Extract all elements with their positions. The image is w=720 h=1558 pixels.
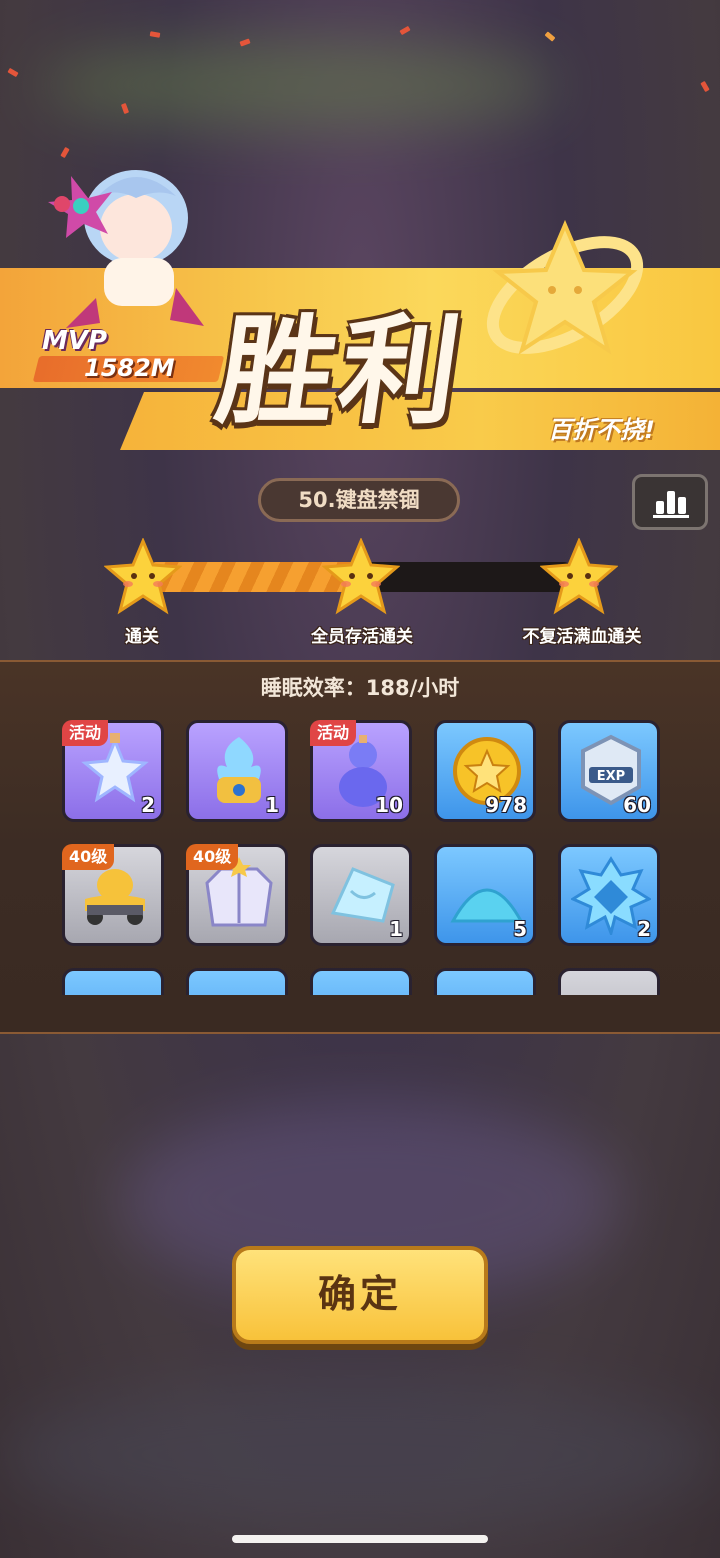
reward-item-partial[interactable] [434, 968, 536, 995]
item-quantity: 1 [389, 917, 403, 941]
svg-text:EXP: EXP [597, 769, 625, 784]
item-quantity: 10 [375, 793, 403, 817]
background-blur [40, 40, 560, 130]
reward-item[interactable]: EXP 60 [558, 720, 660, 822]
reward-item[interactable]: 5 [434, 844, 536, 946]
item-tag-badge: 40级 [186, 844, 239, 870]
bar-chart-icon [653, 491, 689, 518]
stats-button[interactable] [632, 474, 708, 530]
reward-item-partial[interactable] [558, 968, 660, 995]
sleep-efficiency-title: 睡眠效率：188/小时 [260, 676, 460, 700]
mvp-label: MVP [42, 326, 108, 356]
reward-item[interactable]: 978 [434, 720, 536, 822]
reward-item[interactable]: 2 [558, 844, 660, 946]
mvp-character-avatar [48, 170, 204, 328]
confirm-button[interactable]: 确定 [232, 1246, 488, 1344]
reward-item-partial[interactable] [186, 968, 288, 995]
progress-star-icon [104, 538, 182, 615]
progress-star-icon [540, 538, 618, 615]
reward-item[interactable]: 1 [186, 720, 288, 822]
confetti [149, 31, 161, 38]
rewards-grid[interactable]: 活动 2 1 活动 10 978 EXP 60 40级 40级 1 5 2 [0, 710, 720, 995]
confetti [544, 31, 556, 42]
item-quantity: 5 [513, 917, 527, 941]
reward-item[interactable]: 活动 2 [62, 720, 164, 822]
reward-item[interactable]: 活动 10 [310, 720, 412, 822]
item-quantity: 2 [637, 917, 651, 941]
home-indicator[interactable] [232, 1535, 488, 1543]
victory-motto: 百折不挠! [548, 416, 655, 444]
item-tag-badge: 40级 [62, 844, 115, 870]
background-blur [0, 1380, 720, 1530]
item-quantity: 2 [141, 793, 155, 817]
item-quantity: 978 [485, 793, 527, 817]
item-quantity: 1 [265, 793, 279, 817]
progress-star-icon [322, 538, 400, 615]
confetti [700, 80, 710, 93]
confetti [7, 67, 19, 78]
reward-item-partial[interactable] [62, 968, 164, 995]
confetti [399, 25, 411, 36]
mvp-badge: MVP 1582M [32, 326, 225, 384]
star-condition-label: 不复活满血通关 [522, 627, 642, 647]
item-tag-badge: 活动 [310, 720, 357, 746]
star-ring-emblem-icon [486, 219, 644, 355]
star-condition-label: 全员存活通关 [311, 627, 413, 647]
star-condition-label: 通关 [125, 627, 159, 647]
mvp-score: 1582M [84, 354, 175, 382]
reward-item[interactable]: 40级 [186, 844, 288, 946]
level-name: 50.键盘禁锢 [258, 478, 460, 522]
reward-item[interactable]: 1 [310, 844, 412, 946]
reward-item[interactable]: 40级 [62, 844, 164, 946]
victory-title: 胜利 [208, 302, 473, 440]
item-quantity: 60 [623, 793, 651, 817]
reward-item-partial[interactable] [310, 968, 412, 995]
item-tag-badge: 活动 [62, 720, 109, 746]
confetti [60, 146, 70, 159]
